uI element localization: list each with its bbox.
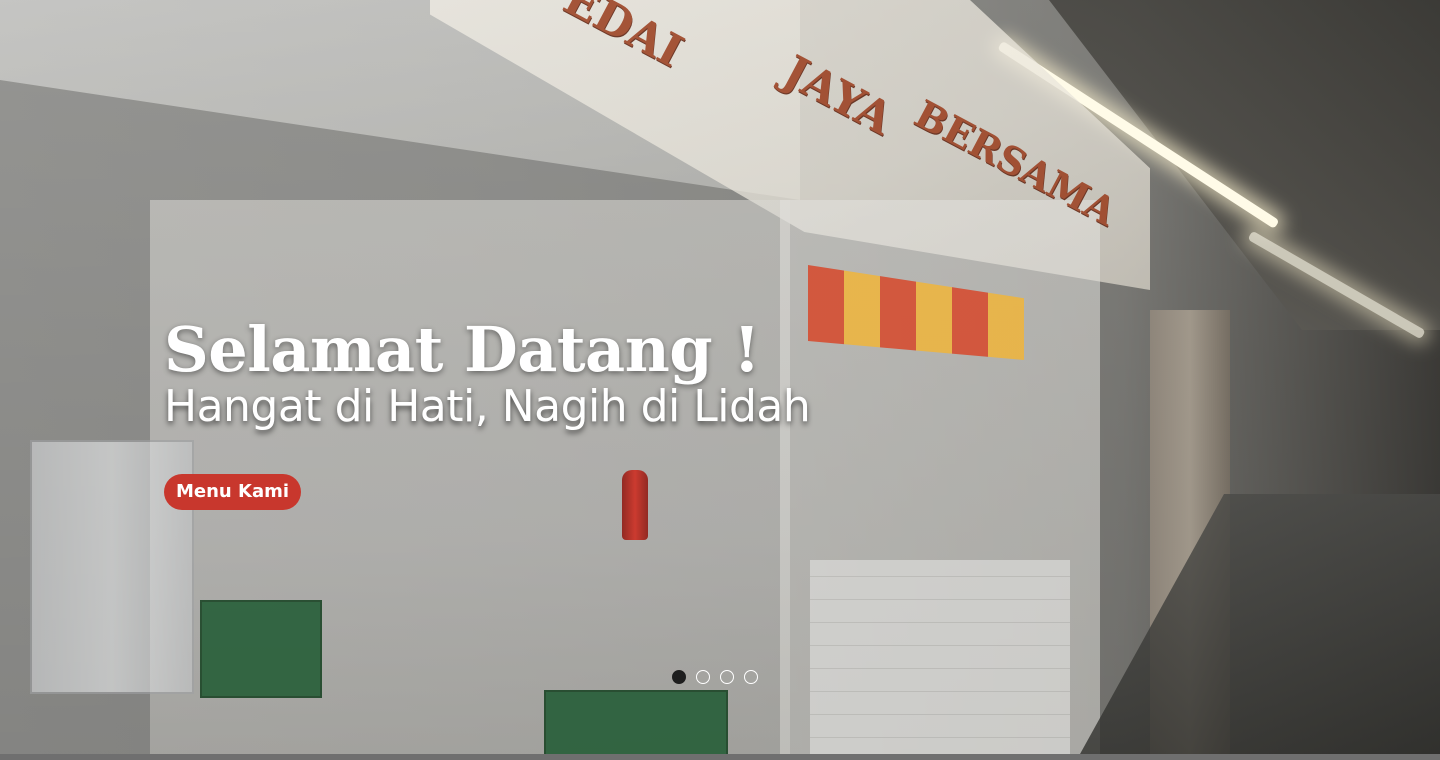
carousel-dot-1[interactable]	[672, 670, 686, 684]
hero-carousel: EDAI JAYA BERSAMA Selamat Datang ! Hanga…	[0, 0, 1440, 754]
page-bottom-strip	[0, 754, 1440, 760]
hero-subtitle: Hangat di Hati, Nagih di Lidah	[164, 381, 811, 432]
corridor-floor	[1080, 494, 1440, 754]
carousel-indicators	[672, 670, 758, 684]
tiled-counter	[810, 560, 1070, 754]
carousel-dot-4[interactable]	[744, 670, 758, 684]
menu-kami-button[interactable]: Menu Kami	[164, 474, 302, 510]
drink-crate	[544, 690, 728, 754]
drink-crate	[200, 600, 322, 698]
carousel-dot-3[interactable]	[720, 670, 734, 684]
carousel-dot-2[interactable]	[696, 670, 710, 684]
hero-text-block: Selamat Datang ! Hangat di Hati, Nagih d…	[164, 313, 811, 434]
fire-extinguisher	[622, 470, 648, 540]
hero-title: Selamat Datang !	[164, 313, 760, 386]
